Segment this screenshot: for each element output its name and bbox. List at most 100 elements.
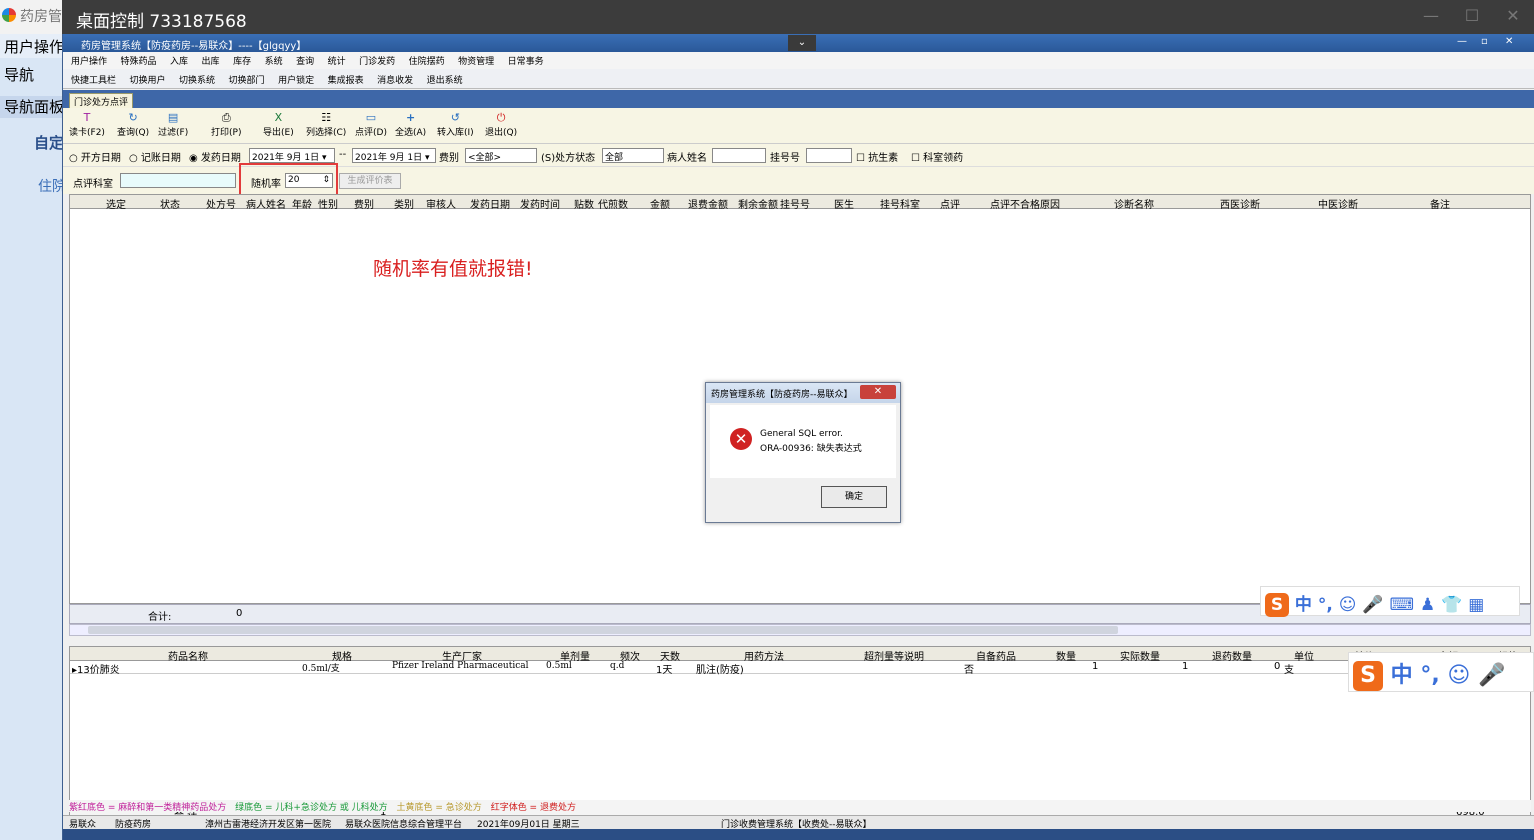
antibiotic-checkbox[interactable]: ☐ 抗生素 — [856, 149, 898, 164]
printer-icon: ⎙ — [221, 111, 231, 124]
emoji-icon[interactable]: ☺ — [1339, 595, 1357, 615]
taskbar — [63, 829, 1534, 840]
remote-title: 桌面控制 733187568 — [76, 12, 247, 32]
quick-item[interactable]: 用户锁定 — [278, 76, 314, 86]
remote-titlebar: 桌面控制 733187568 — ☐ ✕ — [62, 0, 1534, 34]
review-dept-input[interactable] — [120, 173, 236, 188]
annotation-text: 随机率有值就报错! — [373, 258, 533, 280]
card-icon: T — [83, 111, 91, 124]
select-all-button[interactable]: + 全选(A) — [395, 111, 426, 139]
status-label: (S)处方状态 — [541, 153, 596, 164]
tab-strip: 门诊处方点评 — [63, 90, 1534, 108]
app-close-button[interactable]: ✕ — [1505, 36, 1513, 47]
reg-no-input[interactable] — [806, 148, 852, 163]
menu-item[interactable]: 住院摆药 — [409, 57, 445, 67]
keyboard-icon[interactable]: ⌨ — [1389, 595, 1414, 615]
date-to-picker[interactable]: 2021年 9月 1日 ▾ — [352, 148, 436, 163]
app-title: 药房管理系统【防疫药房--易联众】----【glgqyy】 — [81, 41, 307, 52]
skin-icon[interactable]: 👕 — [1441, 595, 1462, 615]
table-row[interactable]: ▸13价肺炎 0.5ml/支 Pfizer Ireland Pharmaceut… — [70, 661, 1530, 676]
menu-item[interactable]: 物资管理 — [458, 57, 494, 67]
review-button[interactable]: ▭ 点评(D) — [355, 112, 387, 139]
dialog-body: ✕ General SQL error. ORA-00936: 缺失表达式 — [710, 405, 896, 478]
quick-item[interactable]: 退出系统 — [427, 76, 463, 86]
detail-header: 药品名称 规格 生产厂家 单剂量 频次 天数 用药方法 超剂量等说明 自备药品 … — [70, 647, 1530, 663]
fee-select[interactable]: <全部> — [465, 148, 537, 163]
quick-item[interactable]: 切换部门 — [229, 76, 265, 86]
close-button[interactable]: ✕ — [1498, 6, 1528, 26]
generate-eval-button[interactable]: 生成评价表 — [339, 173, 401, 189]
quick-item[interactable]: 集成报表 — [328, 76, 364, 86]
menu-item[interactable]: 特殊药品 — [121, 57, 157, 67]
ok-button[interactable]: 确定 — [821, 486, 887, 508]
microphone-icon[interactable]: 🎤 — [1362, 595, 1383, 615]
menu-item[interactable]: 库存 — [233, 57, 251, 67]
radio-prescribe-date[interactable]: ○ 开方日期 — [69, 149, 121, 164]
grid-icon[interactable]: ▦ — [1468, 595, 1484, 615]
date-from-picker[interactable]: 2021年 9月 1日 ▾ — [249, 148, 335, 163]
chevron-down-icon[interactable]: ⌄ — [788, 35, 816, 51]
excel-icon: X — [274, 111, 283, 124]
filter-icon: ▤ — [167, 111, 179, 124]
tab-prescription-review[interactable]: 门诊处方点评 — [69, 93, 134, 108]
error-icon: ✕ — [730, 428, 752, 450]
menu-item[interactable]: 系统 — [265, 57, 283, 67]
patient-name-input[interactable] — [712, 148, 766, 163]
app-min-button[interactable]: — — [1457, 36, 1467, 47]
error-dialog: 药房管理系统【防疫药房--易联众】 ✕ ✕ General SQL error.… — [705, 382, 901, 523]
radio-dispense-date[interactable]: ◉ 发药日期 — [189, 149, 241, 164]
error-message-line2: ORA-00936: 缺失表达式 — [760, 444, 862, 454]
menu-item[interactable]: 入库 — [170, 57, 188, 67]
fee-label: 费别 — [439, 153, 459, 164]
menu-item[interactable]: 查询 — [296, 57, 314, 67]
main-toolbar: T 读卡(F2) ↻ 查询(Q) ▤ 过滤(F) ⎙ 打印(P) X 导出(E) ☷ 列选择… — [63, 108, 1534, 144]
microphone-icon[interactable]: 🎤 — [1478, 663, 1505, 688]
app-restore-button[interactable]: ▫ — [1481, 36, 1488, 47]
quick-item[interactable]: 消息收发 — [377, 76, 413, 86]
exit-button[interactable]: ⏻ 退出(Q) — [485, 111, 517, 139]
quick-item[interactable]: 切换系统 — [179, 76, 215, 86]
status-bar: 易联众 防疫药房 漳州古雷港经济开发区第一医院 易联众医院信息综合管理平台 20… — [63, 815, 1534, 830]
plus-icon: + — [405, 111, 416, 124]
pharmacy-app-window: 药房管理系统【防疫药房--易联众】----【glgqyy】 — ▫ ✕ ⌄ 用户… — [62, 34, 1534, 840]
menu-bar: 用户操作 特殊药品 入库 出库 库存 系统 查询 统计 门诊发药 住院摆药 物资… — [63, 52, 1534, 69]
quick-item[interactable]: 切换用户 — [130, 76, 166, 86]
columns-icon: ☷ — [321, 111, 332, 124]
radio-billing-date[interactable]: ○ 记账日期 — [129, 149, 181, 164]
reg-no-label: 挂号号 — [770, 153, 800, 164]
menu-item[interactable]: 统计 — [328, 57, 346, 67]
review-dept-label: 点评科室 — [73, 179, 113, 190]
minimize-button[interactable]: — — [1416, 6, 1446, 26]
menu-item[interactable]: 用户操作 — [71, 57, 107, 67]
filter-button[interactable]: ▤ 过滤(F) — [158, 111, 188, 139]
transfer-in-button[interactable]: ↺ 转入库(I) — [437, 111, 474, 139]
color-legend: 紫红底色 = 麻醉和第一类精神药品处方 绿底色 = 儿科+急诊处方 或 儿科处方… — [69, 800, 1531, 813]
menu-item[interactable]: 日常事务 — [508, 57, 544, 67]
quick-toolbar: 快捷工具栏 切换用户 切换系统 切换部门 用户锁定 集成报表 消息收发 退出系统 — [63, 69, 1534, 89]
grid-header: 选定 状态 处方号 病人姓名 年龄 性别 费别 类别 审核人 发药日期 发药时间… — [70, 195, 1530, 211]
query-button[interactable]: ↻ 查询(Q) — [117, 111, 149, 139]
close-icon[interactable]: ✕ — [860, 385, 896, 399]
export-button[interactable]: X 导出(E) — [263, 111, 294, 139]
highlight-box — [239, 163, 338, 196]
host-logo-icon — [2, 8, 16, 22]
power-icon: ⏻ — [496, 111, 506, 124]
transfer-icon: ↺ — [450, 111, 460, 124]
refresh-icon: ↻ — [128, 111, 138, 124]
user-icon[interactable]: ♟ — [1420, 595, 1435, 615]
ime-toolbar[interactable]: S 中 °, ☺ 🎤 ⌨ ♟ 👕 ▦ — [1260, 586, 1520, 617]
menu-item[interactable]: 门诊发药 — [359, 57, 395, 67]
ime-toolbar-large[interactable]: S 中 °, ☺ 🎤 — [1348, 652, 1534, 692]
column-select-button[interactable]: ☷ 列选择(C) — [306, 111, 346, 139]
read-card-button[interactable]: T 读卡(F2) — [69, 111, 105, 139]
emoji-icon[interactable]: ☺ — [1447, 663, 1470, 688]
detail-grid[interactable]: 药品名称 规格 生产厂家 单剂量 频次 天数 用药方法 超剂量等说明 自备药品 … — [69, 646, 1531, 822]
dept-drug-checkbox[interactable]: ☐ 科室领药 — [911, 149, 963, 164]
print-button[interactable]: ⎙ 打印(P) — [211, 111, 241, 139]
maximize-button[interactable]: ☐ — [1457, 6, 1487, 26]
quick-item[interactable]: 快捷工具栏 — [71, 76, 116, 86]
status-select[interactable]: 全部 — [602, 148, 664, 163]
date-separator: -- — [339, 149, 347, 160]
menu-item[interactable]: 出库 — [202, 57, 220, 67]
horizontal-scrollbar[interactable] — [69, 624, 1531, 636]
